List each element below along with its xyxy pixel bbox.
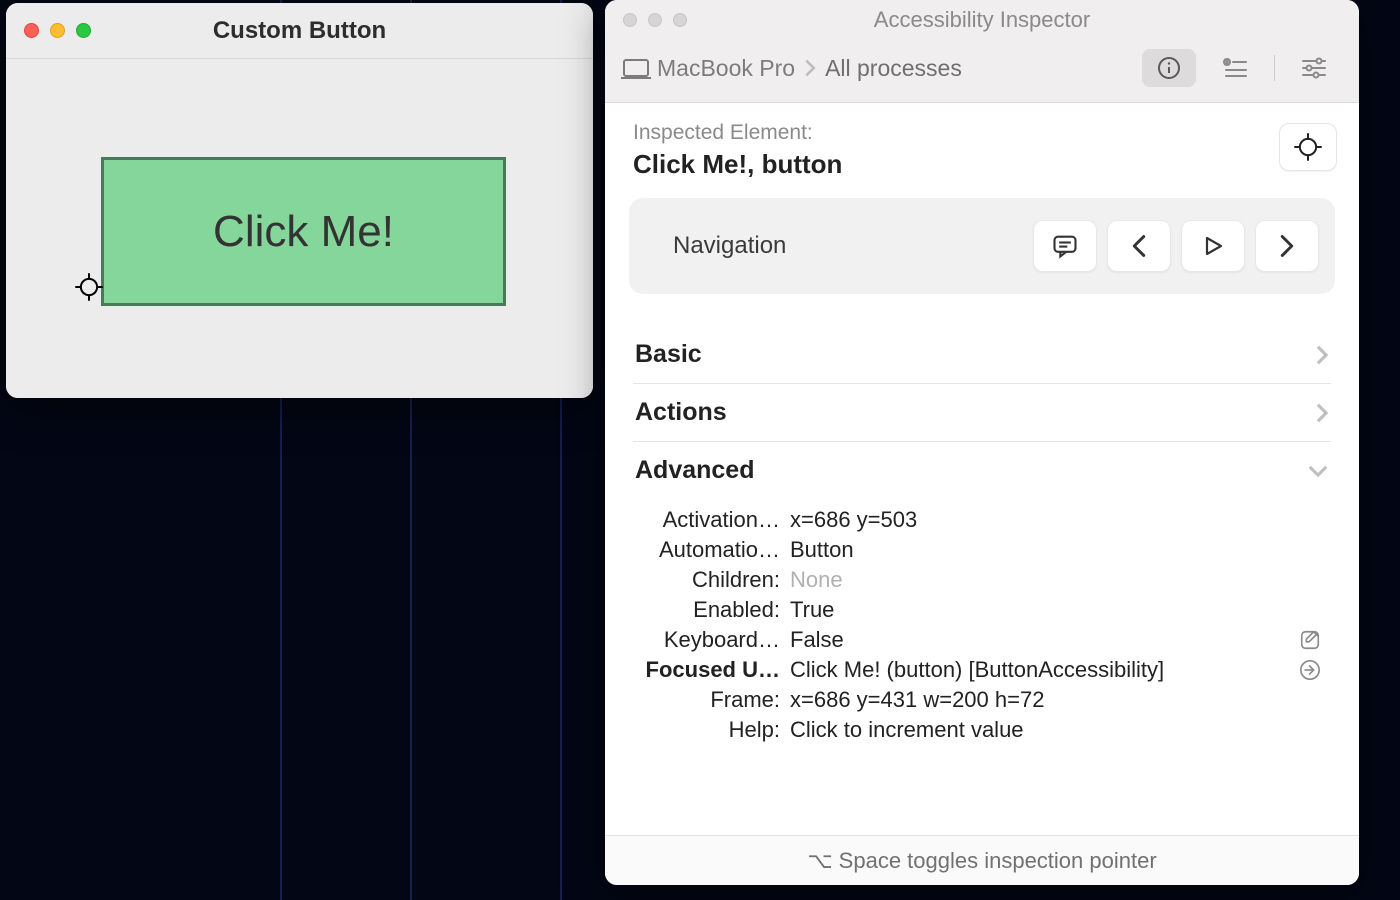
info-tab-button[interactable]: [1142, 49, 1196, 87]
advanced-properties: Activation… x=686 y=503 Automatio… Butto…: [633, 499, 1331, 743]
breadcrumb-scope: All processes: [825, 55, 962, 82]
section-actions-header[interactable]: Actions: [633, 384, 1331, 442]
inspector-sections: Basic Actions Advanced: [605, 294, 1359, 743]
inspected-element-label: Inspected Element:: [633, 121, 1331, 145]
desktop: Custom Button Click Me!: [0, 0, 1400, 900]
edit-property-button[interactable]: [1291, 627, 1329, 653]
prop-key-children: Children:: [635, 567, 790, 593]
inspector-body: Inspected Element: Click Me!, button Nav…: [605, 103, 1359, 835]
titlebar: Custom Button: [6, 3, 593, 59]
prop-val-automation: Button: [790, 537, 1291, 563]
inspector-title: Accessibility Inspector: [605, 7, 1359, 33]
zoom-window-button[interactable]: [76, 23, 91, 38]
section-basic-header[interactable]: Basic: [633, 326, 1331, 384]
prop-key-activation: Activation…: [635, 507, 790, 533]
prop-val-help: Click to increment value: [790, 717, 1291, 743]
prop-val-children: None: [790, 567, 1291, 593]
breadcrumb[interactable]: MacBook Pro All processes: [623, 55, 1142, 82]
zoom-window-button[interactable]: [673, 13, 687, 27]
click-me-button[interactable]: Click Me!: [101, 157, 506, 306]
settings-tab-button[interactable]: [1287, 49, 1341, 87]
inspected-element-section: Inspected Element: Click Me!, button: [605, 103, 1359, 180]
close-window-button[interactable]: [623, 13, 637, 27]
prop-val-enabled: True: [790, 597, 1291, 623]
chevron-down-icon: [1307, 464, 1329, 478]
click-me-button-label: Click Me!: [213, 207, 394, 257]
breadcrumb-device: MacBook Pro: [657, 55, 795, 82]
section-advanced-label: Advanced: [635, 456, 754, 485]
prop-key-frame: Frame:: [635, 687, 790, 713]
chevron-right-icon: [1315, 402, 1329, 424]
section-basic-label: Basic: [635, 340, 702, 369]
section-actions-label: Actions: [635, 398, 727, 427]
navigate-to-element-button[interactable]: [1291, 657, 1329, 683]
auto-navigate-button[interactable]: [1181, 220, 1245, 272]
inspector-toolbar: [1142, 49, 1341, 87]
prop-val-focused: Click Me! (button) [ButtonAccessibility]: [790, 657, 1291, 683]
traffic-lights-inactive: [623, 13, 687, 27]
navigate-next-button[interactable]: [1255, 220, 1319, 272]
prop-key-keyboard: Keyboard…: [635, 627, 790, 653]
footer-hint-modifier: ⌥: [807, 848, 832, 874]
app-window-custom-button: Custom Button Click Me!: [6, 3, 593, 398]
target-picker-button[interactable]: [1279, 123, 1337, 171]
navigation-section: Navigation: [629, 198, 1335, 294]
navigation-label: Navigation: [673, 232, 1023, 260]
window-title: Custom Button: [6, 17, 593, 45]
prop-val-frame: x=686 y=431 w=200 h=72: [790, 687, 1291, 713]
prop-key-enabled: Enabled:: [635, 597, 790, 623]
navigate-previous-button[interactable]: [1107, 220, 1171, 272]
speak-button[interactable]: [1033, 220, 1097, 272]
prop-key-automation: Automatio…: [635, 537, 790, 563]
minimize-window-button[interactable]: [648, 13, 662, 27]
inspected-element-value: Click Me!, button: [633, 149, 1331, 180]
traffic-lights: [24, 23, 91, 38]
prop-key-help: Help:: [635, 717, 790, 743]
chevron-right-icon: [803, 58, 817, 78]
audit-tab-button[interactable]: [1208, 49, 1262, 87]
chevron-right-icon: [1315, 344, 1329, 366]
accessibility-inspector-window: Accessibility Inspector MacBook Pro All …: [605, 0, 1359, 885]
prop-val-keyboard: False: [790, 627, 1291, 653]
inspector-titlebar: Accessibility Inspector MacBook Pro All …: [605, 0, 1359, 103]
section-advanced-header[interactable]: Advanced: [633, 442, 1331, 499]
minimize-window-button[interactable]: [50, 23, 65, 38]
window-body: Click Me!: [6, 59, 593, 398]
toolbar-separator: [1274, 55, 1275, 81]
prop-val-activation: x=686 y=503: [790, 507, 1291, 533]
footer-hint-text: Space toggles inspection pointer: [839, 848, 1157, 874]
close-window-button[interactable]: [24, 23, 39, 38]
inspector-footer: ⌥ Space toggles inspection pointer: [605, 835, 1359, 885]
prop-key-focused: Focused U…: [635, 657, 790, 683]
crosshair-icon: [74, 272, 104, 302]
laptop-icon: [623, 59, 649, 77]
